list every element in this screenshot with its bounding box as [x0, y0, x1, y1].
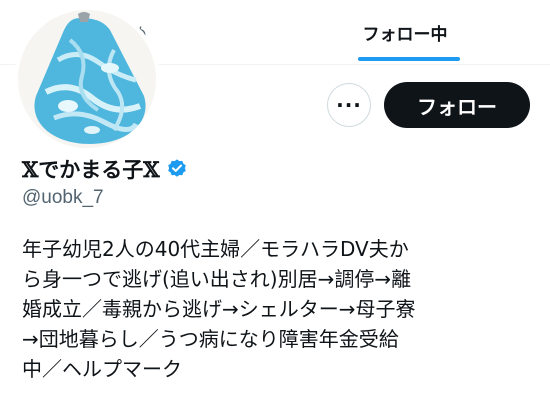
- profile-bio: 年子幼児2人の40代主婦／モラハラDV夫か ら身一つで逃げ(追い出され)別居→調…: [22, 234, 532, 384]
- more-options-button[interactable]: ···: [327, 83, 371, 127]
- bio-line: 中／ヘルプマーク: [22, 357, 182, 381]
- bio-line: ら身一つで逃げ(追い出され)別居→調停→離: [22, 267, 412, 291]
- active-tab-indicator: [358, 57, 460, 61]
- avatar-image: [18, 10, 156, 148]
- bio-line: 年子幼児2人の40代主婦／モラハラDV夫か: [22, 237, 409, 261]
- display-name-row: 𝕏でかまる子𝕏: [22, 154, 188, 184]
- more-options-icon: ···: [336, 93, 362, 117]
- bio-line: 婚成立／毒親から逃げ→シェルター→母子寮: [22, 297, 416, 321]
- avatar[interactable]: [14, 6, 160, 152]
- follow-button-label: フォロー: [417, 94, 497, 119]
- follow-button[interactable]: フォロー: [384, 82, 530, 128]
- bio-line: →団地暮らし／うつ病になり障害年金受給: [22, 327, 399, 351]
- tab-following[interactable]: フォロー中: [330, 0, 480, 64]
- username-handle: @uobk_7: [22, 187, 104, 208]
- verified-badge-icon[interactable]: [166, 158, 188, 180]
- display-name: 𝕏でかまる子𝕏: [22, 157, 160, 182]
- tab-following-label: フォロー中: [362, 24, 448, 45]
